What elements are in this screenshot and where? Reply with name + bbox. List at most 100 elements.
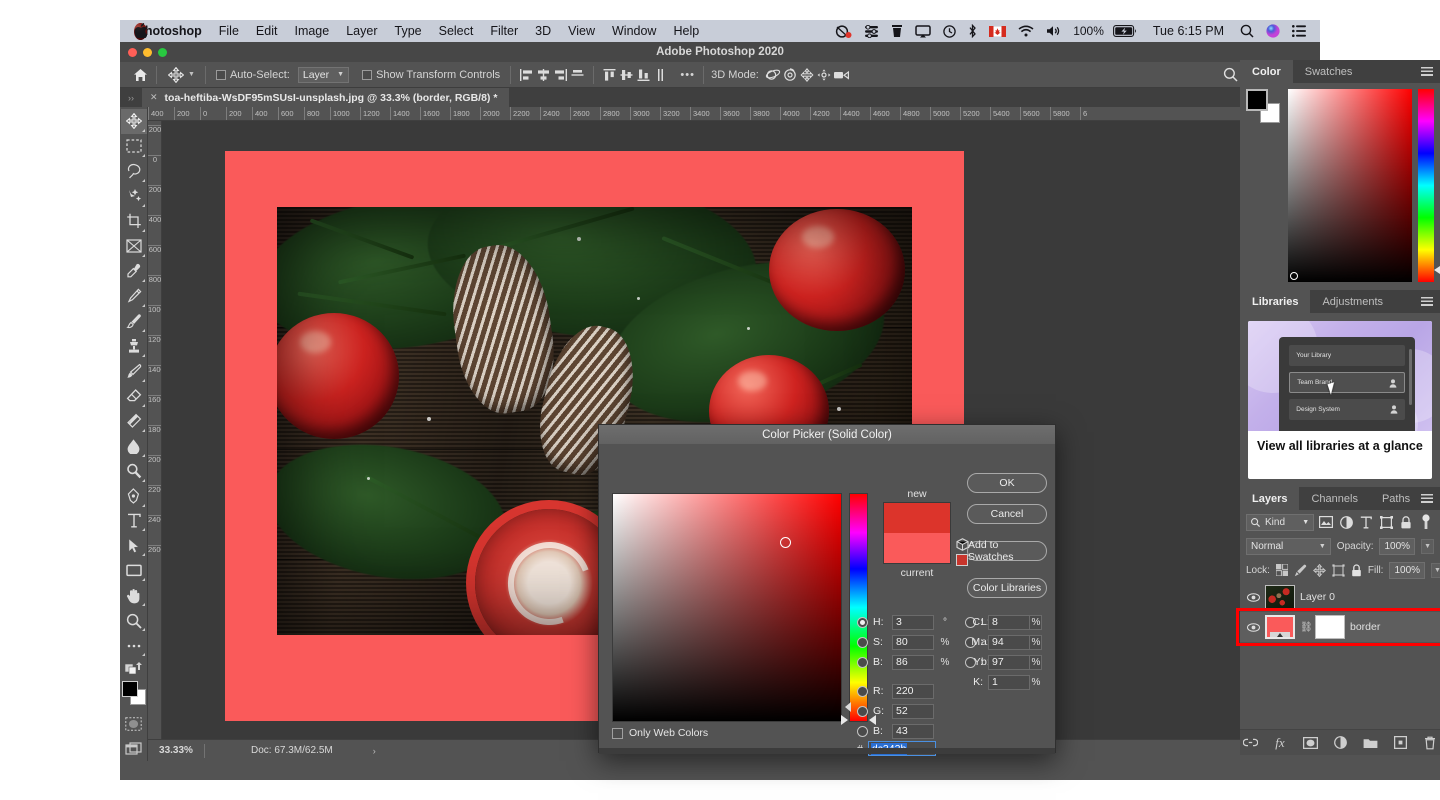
rectangle-tool[interactable] (121, 558, 147, 583)
align-vertical-centers-icon[interactable] (618, 66, 635, 83)
menu-item-file[interactable]: File (210, 24, 247, 38)
3d-slide-icon[interactable] (816, 66, 833, 83)
menu-item-edit[interactable]: Edit (247, 24, 286, 38)
dodge-tool[interactable] (121, 459, 147, 484)
menu-item-view[interactable]: View (560, 24, 604, 38)
panel-menu-icon[interactable] (1421, 297, 1433, 306)
tab-channels[interactable]: Channels (1299, 487, 1369, 510)
show-transform-option[interactable]: Show Transform Controls (359, 69, 503, 81)
cmyk-c-input[interactable]: 8 (988, 615, 1030, 630)
menu-clock[interactable]: Tue 6:15 PM (1143, 24, 1234, 38)
hsb-b-input[interactable]: 86 (892, 655, 934, 670)
brush-tool[interactable] (121, 309, 147, 334)
color-panel-hue-slider[interactable] (1418, 89, 1434, 282)
new-layer-icon[interactable] (1392, 735, 1408, 751)
crop-tool[interactable] (121, 209, 147, 234)
only-web-colors-checkbox[interactable] (612, 728, 623, 739)
eye-icon[interactable] (1246, 593, 1260, 602)
menu-item-image[interactable]: Image (286, 24, 338, 38)
tab-paths[interactable]: Paths (1370, 487, 1422, 510)
tab-adjustments[interactable]: Adjustments (1310, 290, 1395, 313)
tab-layers[interactable]: Layers (1240, 487, 1299, 510)
3d-camera-icon[interactable] (833, 66, 850, 83)
keyboard-flag-icon[interactable] (983, 26, 1012, 37)
menu-item-type[interactable]: Type (386, 24, 430, 38)
color-spectrum-field[interactable] (1288, 89, 1412, 282)
color-picker-saturation-brightness-field[interactable] (612, 493, 842, 722)
path-selection-tool[interactable] (121, 533, 147, 558)
hand-tool[interactable] (121, 583, 147, 608)
layer-name[interactable]: Layer 0 (1300, 591, 1335, 603)
out-of-gamut-color-swatch[interactable] (956, 554, 968, 566)
foreground-color-swatch[interactable] (1246, 89, 1268, 111)
align-left-edges-icon[interactable] (518, 66, 535, 83)
move-tool[interactable] (121, 109, 147, 134)
quick-mask-mode-toggle[interactable] (121, 711, 147, 736)
zoom-tool[interactable] (121, 608, 147, 633)
rgb-r-input[interactable]: 220 (892, 684, 934, 699)
search-icon[interactable] (1234, 24, 1260, 38)
screen-mode-toggle[interactable] (121, 736, 147, 761)
distribute-vertical-icon[interactable] (652, 66, 669, 83)
tab-libraries[interactable]: Libraries (1240, 290, 1310, 313)
menu-item-help[interactable]: Help (665, 24, 708, 38)
lock-artboard-nesting-icon[interactable] (1332, 562, 1345, 579)
3d-roll-icon[interactable] (782, 66, 799, 83)
close-icon[interactable]: ✕ (150, 92, 158, 103)
ok-button[interactable]: OK (967, 473, 1047, 493)
layer-thumbnail[interactable] (1265, 585, 1295, 609)
hsb-h-input[interactable]: 3 (892, 615, 934, 630)
hue-slider-marker[interactable] (1434, 266, 1440, 274)
screen-record-icon[interactable] (829, 25, 858, 38)
sound-settings-icon[interactable] (858, 25, 885, 38)
zoom-level[interactable]: 33.33% (148, 745, 204, 756)
hsb-b-field[interactable]: B: 86 % (857, 655, 951, 670)
filter-pixel-icon[interactable] (1318, 514, 1334, 531)
lock-all-icon[interactable] (1351, 562, 1362, 579)
panel-menu-icon[interactable] (1421, 67, 1433, 76)
clone-stamp-tool[interactable] (121, 334, 147, 359)
menu-item-window[interactable]: Window (604, 24, 665, 38)
opacity-stepper-chevron-icon[interactable]: ▼ (1421, 539, 1434, 554)
spot-healing-brush-tool[interactable] (121, 284, 147, 309)
pen-tool[interactable] (121, 484, 147, 509)
layer-style-fx-icon[interactable]: fx (1272, 735, 1288, 751)
only-web-colors-option[interactable]: Only Web Colors (612, 727, 708, 739)
tab-drag-handle[interactable]: ›› (120, 93, 142, 103)
gradient-tool[interactable] (121, 409, 147, 434)
fill-value[interactable]: 100% (1389, 562, 1425, 579)
airplay-icon[interactable] (909, 25, 937, 38)
radio-h[interactable] (857, 617, 868, 628)
battery-icon[interactable] (1107, 25, 1143, 37)
eyedropper-tool[interactable] (121, 259, 147, 284)
align-right-edges-icon[interactable] (552, 66, 569, 83)
auto-select-scope-dropdown[interactable]: Layer ▼ (298, 67, 349, 83)
cancel-button[interactable]: Cancel (967, 504, 1047, 524)
current-color-swatch[interactable] (884, 533, 950, 563)
tab-color[interactable]: Color (1240, 60, 1293, 83)
rgb-g-field[interactable]: G: 52 (857, 704, 934, 719)
auto-select-checkbox[interactable] (216, 70, 226, 80)
align-bottom-edges-icon[interactable] (635, 66, 652, 83)
radio-r[interactable] (857, 686, 868, 697)
show-transform-checkbox[interactable] (362, 70, 372, 80)
blend-mode-dropdown[interactable]: Normal ▼ (1246, 538, 1331, 555)
filter-type-icon[interactable] (1358, 514, 1374, 531)
edit-toolbar-icon[interactable] (121, 633, 147, 658)
filter-smart-object-icon[interactable] (1398, 514, 1414, 531)
color-picker-dialog[interactable]: Color Picker (Solid Color) new current O… (598, 424, 1056, 753)
link-layers-icon[interactable] (1242, 735, 1258, 751)
active-tool-move-icon[interactable]: ▼ (164, 66, 198, 83)
layer-filter-kind-dropdown[interactable]: Kind ▼ (1246, 514, 1314, 531)
vertical-ruler[interactable]: 200 0 200 400 600 800 1000 1200 1400 160… (148, 121, 162, 739)
panel-menu-icon[interactable] (1421, 494, 1433, 503)
delete-layer-icon[interactable] (1422, 735, 1438, 751)
fill-stepper-chevron-icon[interactable]: ▼ (1431, 563, 1440, 578)
lock-transparent-pixels-icon[interactable] (1276, 562, 1288, 579)
3d-pan-icon[interactable] (799, 66, 816, 83)
filter-shape-icon[interactable] (1378, 514, 1394, 531)
layer-row-border[interactable]: ⛓ border (1240, 612, 1440, 642)
new-group-icon[interactable] (1362, 735, 1378, 751)
eraser-tool[interactable] (121, 384, 147, 409)
menu-item-select[interactable]: Select (430, 24, 482, 38)
